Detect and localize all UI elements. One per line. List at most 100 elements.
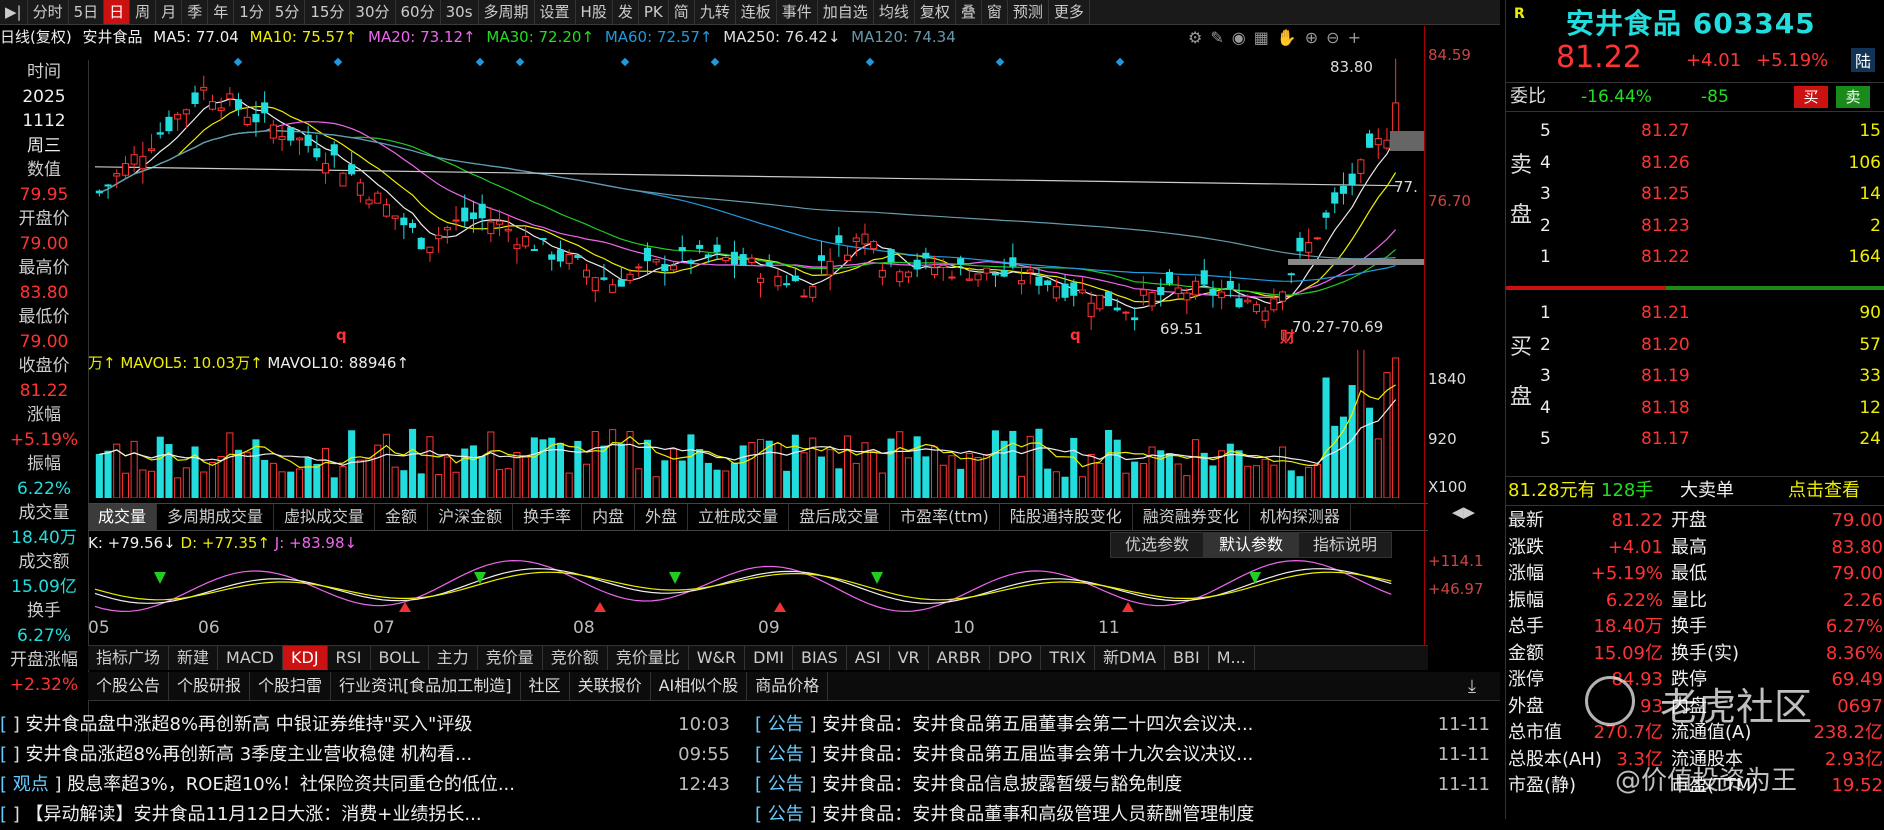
toolbar-item[interactable]: PK	[639, 0, 669, 24]
indicator-tab[interactable]: 新建	[169, 646, 219, 670]
indicator-tab[interactable]: VR	[890, 646, 929, 670]
indicator-tab[interactable]: W&R	[689, 646, 746, 670]
big-order-row[interactable]: 81.28元有 128手 大卖单 点击查看	[1506, 476, 1884, 506]
news-title[interactable]: 安井食品：安井食品第五届监事会第十九次会议决议...	[822, 744, 1253, 765]
indicator-tab[interactable]: 新DMA	[1095, 646, 1166, 670]
toolbar-item[interactable]: 15分	[305, 0, 351, 24]
order-book-row[interactable]: 4 81.26 106	[1506, 148, 1884, 180]
toolbar-item[interactable]: 日	[104, 0, 131, 24]
toolbar-item[interactable]: H股	[576, 0, 613, 24]
toolbar-item[interactable]: 发	[613, 0, 639, 24]
indicator-tab[interactable]: ARBR	[929, 646, 990, 670]
indicator-tab[interactable]: BIAS	[793, 646, 847, 670]
toolbar-item[interactable]: 多周期	[479, 0, 535, 24]
toolbar-item[interactable]: 季	[182, 0, 209, 24]
optimize-params-button[interactable]: 优选参数	[1110, 532, 1205, 558]
order-book-row[interactable]: 4 81.18 12	[1506, 393, 1884, 425]
indicator-tab[interactable]: 竞价量	[478, 646, 543, 670]
buy-button[interactable]: 买	[1794, 86, 1828, 108]
toolbar-item[interactable]: 更多	[1049, 0, 1090, 24]
scroll-arrows[interactable]: ◀▶	[1452, 503, 1475, 521]
order-book-row[interactable]: 5 81.17 24	[1506, 424, 1884, 456]
toolbar-item[interactable]: 简	[669, 0, 695, 24]
news-title[interactable]: 安井食品盘中涨超8%再创新高 中银证券维持"买入"评级	[26, 714, 473, 735]
indicator-tab[interactable]: MACD	[218, 646, 283, 670]
order-book-row[interactable]: 1 81.22 164	[1506, 242, 1884, 274]
toolbar-item[interactable]: 5日	[69, 0, 105, 24]
news-tab[interactable]: 个股公告	[88, 672, 170, 700]
toolbar-item[interactable]: 60分	[396, 0, 441, 24]
download-icon[interactable]: ⤓	[1468, 676, 1476, 697]
toolbar-item[interactable]: 1分	[234, 0, 270, 24]
volume-tab[interactable]: 机构探测器	[1250, 504, 1351, 530]
news-title[interactable]: 安井食品涨超8%再创新高 3季度主业营收稳健 机构看...	[26, 744, 473, 765]
volume-tab[interactable]: 融资融券变化	[1133, 504, 1250, 530]
scroll-right-icon[interactable]: ▶	[1464, 503, 1476, 521]
toolbar-item[interactable]: 复权	[915, 0, 956, 24]
indicator-tab[interactable]: RSI	[328, 646, 371, 670]
news-title[interactable]: 安井食品：安井食品信息披露暂缓与豁免制度	[822, 774, 1182, 795]
toolbar-item[interactable]: 30s	[441, 0, 479, 24]
news-tab[interactable]: 个股扫雷	[250, 672, 332, 700]
toolbar-item[interactable]: 年	[208, 0, 235, 24]
news-item[interactable]: [ ] 安井食品涨超8%再创新高 3季度主业营收稳健 机构看... 09:55	[0, 740, 740, 770]
news-item[interactable]: [ 公告 ] 安井食品：安井食品第五届监事会第十九次会议决议... 11-11	[755, 740, 1500, 770]
news-tab[interactable]: 行业资讯[食品加工制造]	[331, 672, 521, 700]
indicator-tab[interactable]: KDJ	[283, 646, 328, 670]
news-item[interactable]: [ ] 安井食品盘中涨超8%再创新高 中银证券维持"买入"评级 10:03	[0, 710, 740, 740]
news-item[interactable]: [ 公告 ] 安井食品：安井食品董事和高级管理人员薪酬管理制度	[755, 800, 1500, 830]
scroll-left-icon[interactable]: ◀	[1452, 503, 1464, 521]
volume-tab[interactable]: 换手率	[513, 504, 583, 530]
finance-marker[interactable]: 财	[1280, 326, 1295, 347]
order-book-row[interactable]: 2 81.20 57	[1506, 330, 1884, 362]
event-marker-q2[interactable]: q	[1070, 326, 1081, 344]
indicator-tab[interactable]: 指标广场	[88, 646, 170, 670]
default-params-button[interactable]: 默认参数	[1204, 532, 1299, 558]
indicator-tab[interactable]: DPO	[990, 646, 1042, 670]
indicator-tab[interactable]: 竞价量比	[608, 646, 689, 670]
volume-tab[interactable]: 外盘	[635, 504, 689, 530]
volume-tab[interactable]: 陆股通持股变化	[1000, 504, 1133, 530]
order-book-row[interactable]: 5 81.27 15	[1506, 116, 1884, 148]
event-marker-q1[interactable]: q	[336, 326, 347, 344]
toolbar-item[interactable]: 事件	[777, 0, 818, 24]
toolbar-item[interactable]: 均线	[874, 0, 915, 24]
indicator-tab[interactable]: DMI	[745, 646, 793, 670]
indicator-tab[interactable]: TRIX	[1041, 646, 1095, 670]
news-tab[interactable]: 关联报价	[570, 672, 651, 700]
news-tab[interactable]: 商品价格	[747, 672, 829, 700]
toolbar-item[interactable]: 连板	[736, 0, 777, 24]
big-order-link[interactable]: 点击查看	[1788, 477, 1860, 505]
sell-button[interactable]: 卖	[1836, 86, 1870, 108]
volume-tab[interactable]: 沪深金额	[428, 504, 514, 530]
toolbar-item[interactable]: 预测	[1008, 0, 1049, 24]
news-item[interactable]: [ 公告 ] 安井食品：安井食品第五届董事会第二十四次会议决... 11-11	[755, 710, 1500, 740]
news-item[interactable]: [ 观点 ] 股息率超3%，ROE超10%！社保险资共同重仓的低位... 12:4…	[0, 770, 740, 800]
news-title[interactable]: 安井食品：安井食品第五届董事会第二十四次会议决...	[822, 714, 1253, 735]
news-tab[interactable]: 社区	[521, 672, 570, 700]
toolbar-item[interactable]: 九转	[695, 0, 736, 24]
news-item[interactable]: [ 公告 ] 安井食品：安井食品信息披露暂缓与豁免制度 11-11	[755, 770, 1500, 800]
volume-tab[interactable]: 金额	[375, 504, 429, 530]
volume-tab[interactable]: 虚拟成交量	[274, 504, 376, 530]
volume-tab[interactable]: 市盈率(ttm)	[890, 504, 1000, 530]
volume-tab[interactable]: 立桩成交量	[688, 504, 790, 530]
indicator-tab[interactable]: M...	[1209, 646, 1255, 670]
indicator-tab[interactable]: BOLL	[371, 646, 429, 670]
volume-tab[interactable]: 成交量	[88, 504, 158, 530]
indicator-help-button[interactable]: 指标说明	[1298, 532, 1393, 558]
indicator-tab[interactable]: 主力	[429, 646, 478, 670]
news-tab[interactable]: 个股研报	[169, 672, 251, 700]
news-title[interactable]: 安井食品：安井食品董事和高级管理人员薪酬管理制度	[822, 804, 1254, 825]
toolbar-item[interactable]: 加自选	[818, 0, 874, 24]
news-tab[interactable]: AI相似个股	[651, 672, 748, 700]
order-book-row[interactable]: 3 81.25 14	[1506, 179, 1884, 211]
candlestick-chart[interactable]	[0, 26, 1425, 348]
toolbar-item[interactable]: 月	[156, 0, 183, 24]
toolbar-item[interactable]: 窗	[982, 0, 1008, 24]
toolbar-item[interactable]: 5分	[270, 0, 306, 24]
toolbar-item[interactable]: 周	[130, 0, 157, 24]
indicator-tab[interactable]: BBI	[1165, 646, 1209, 670]
volume-tab[interactable]: 盘后成交量	[789, 504, 891, 530]
toolbar-item[interactable]: 叠	[956, 0, 982, 24]
